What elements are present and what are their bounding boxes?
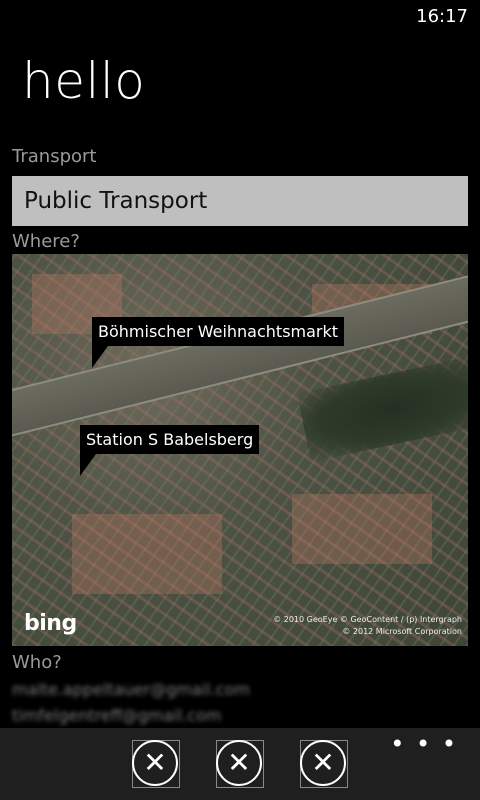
who-label: Who? (12, 652, 62, 673)
map-pushpin[interactable]: Station S Babelsberg (80, 425, 260, 476)
email-entry[interactable]: malte.appeltauer@gmail.com (12, 680, 250, 699)
close-icon: ✕ (300, 740, 346, 786)
copyright-line: © 2012 Microsoft Corporation (342, 627, 462, 636)
copyright-line: © 2010 GeoEye © GeoContent / (p) Intergr… (273, 615, 462, 624)
close-icon: ✕ (132, 740, 178, 786)
map-pushpin[interactable]: Böhmischer Weihnachtsmarkt (92, 317, 345, 368)
app-bar-button-3[interactable]: ✕ (300, 740, 348, 788)
app-bar: ✕ ✕ ✕ • • • (0, 728, 480, 800)
page-title: hello (22, 52, 146, 110)
pushpin-label: Station S Babelsberg (86, 430, 254, 449)
bing-logo: bing (24, 611, 77, 636)
app-bar-button-1[interactable]: ✕ (132, 740, 180, 788)
status-time: 16:17 (416, 6, 468, 27)
where-label: Where? (12, 231, 80, 252)
map-copyright: © 2010 GeoEye © GeoContent / (p) Intergr… (273, 614, 462, 638)
pushpin-label: Böhmischer Weihnachtsmarkt (98, 322, 339, 341)
map-forest (296, 356, 468, 462)
email-entry[interactable]: timfelgentreff@gmail.com (12, 706, 221, 725)
close-icon: ✕ (216, 740, 262, 786)
map-terrain (72, 514, 222, 594)
transport-label: Transport (12, 146, 97, 167)
transport-select[interactable]: Public Transport (12, 176, 468, 226)
more-options-icon[interactable]: • • • (390, 730, 458, 758)
map-view[interactable]: Böhmischer Weihnachtsmarkt Station S Bab… (12, 254, 468, 646)
app-bar-button-2[interactable]: ✕ (216, 740, 264, 788)
map-terrain (292, 494, 432, 564)
